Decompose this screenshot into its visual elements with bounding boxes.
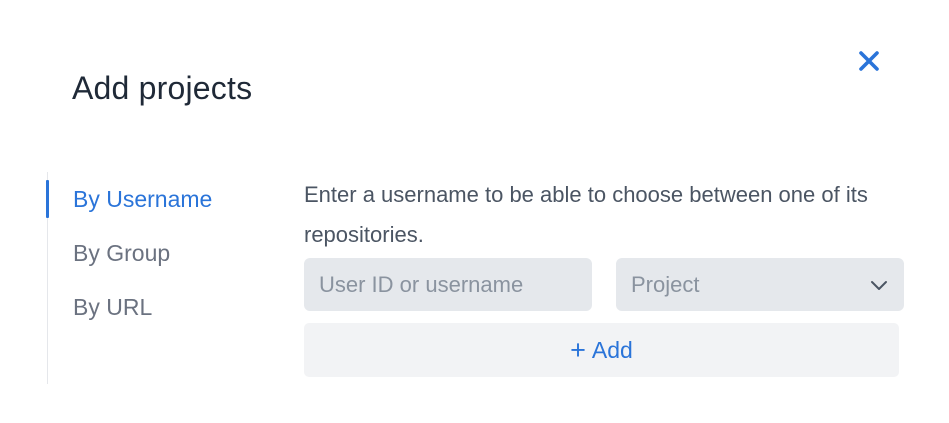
tab-by-group[interactable]: By Group (48, 226, 267, 280)
username-panel: Enter a username to be able to choose be… (304, 175, 904, 377)
panel-description: Enter a username to be able to choose be… (304, 182, 868, 247)
close-button[interactable] (852, 44, 886, 78)
username-input[interactable] (304, 258, 592, 311)
add-button[interactable]: + Add (304, 323, 899, 377)
input-row: Project (304, 258, 904, 311)
close-icon (859, 51, 879, 71)
add-button-label: Add (591, 336, 633, 363)
add-projects-dialog: Add projects By Username By Group By URL… (0, 0, 949, 423)
plus-icon: + (570, 334, 586, 365)
tab-by-url[interactable]: By URL (48, 280, 267, 334)
project-select[interactable]: Project (616, 258, 904, 311)
chevron-down-icon (871, 280, 887, 290)
dialog-title: Add projects (72, 70, 253, 106)
source-tabs: By Username By Group By URL (46, 172, 267, 384)
tab-by-username[interactable]: By Username (46, 172, 267, 226)
project-select-value: Project (631, 271, 700, 297)
